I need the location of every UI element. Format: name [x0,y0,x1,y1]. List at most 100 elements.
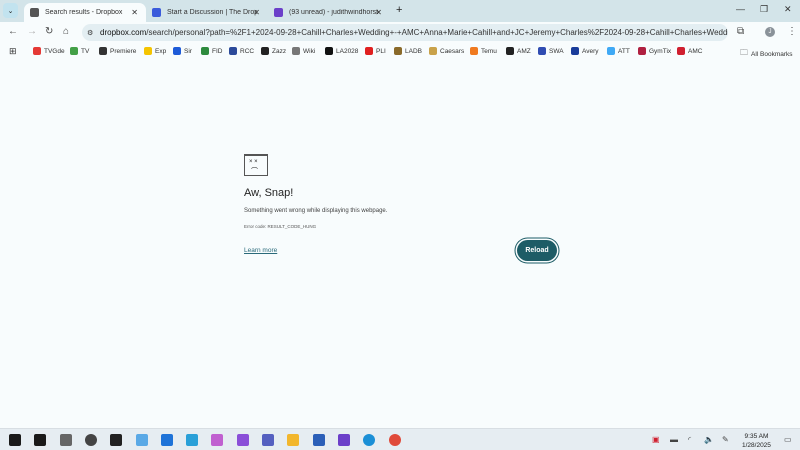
start-icon[interactable] [9,434,21,446]
wifi-icon[interactable]: ◜ [688,435,691,444]
address-bar[interactable]: ⚙ dropbox.com/search/personal?path=%2F1+… [82,24,728,41]
volume-icon[interactable]: 🔈 [704,435,714,444]
taskbar: ▣ ▬ ◜ 🔈 ✎ 9:35 AM 1/28/2025 ▭ [0,428,800,450]
bookmark-favicon-icon [144,47,152,55]
new-tab-button[interactable]: + [396,4,402,16]
close-tab-icon[interactable]: ✕ [253,8,260,17]
bookmark-favicon-icon [292,47,300,55]
clock[interactable]: 9:35 AM 1/28/2025 [742,432,771,450]
app-store-icon[interactable] [186,434,199,446]
photos-icon[interactable] [135,434,148,446]
bookmark-favicon-icon [33,47,41,55]
mail-icon[interactable] [337,434,350,446]
chrome-icon[interactable] [388,434,401,446]
mail-favicon-icon [274,8,283,17]
bookmark-favicon-icon [470,47,478,55]
bookmark-favicon-icon [571,47,579,55]
extensions-icon[interactable]: ⧉ [737,26,744,37]
bookmark-caesars[interactable]: Caesars [429,47,464,55]
chevron-down-icon: ⌄ [7,7,14,15]
close-tab-icon[interactable]: ✕ [375,8,382,17]
tab-strip: ⌄ Search results - Dropbox ✕ Start a Disc… [0,0,800,22]
bookmark-swa[interactable]: SWA [538,47,564,55]
bookmark-ladb[interactable]: LADB [394,47,422,55]
bookmark-favicon-icon [70,47,78,55]
bookmark-favicon-icon [201,47,209,55]
sad-tab-icon: × × ⌒ [244,154,268,176]
all-bookmarks-button[interactable]: 🗀 All Bookmarks [740,47,793,61]
file-explorer-icon[interactable] [287,434,300,446]
bookmark-pli[interactable]: PLI [365,47,386,55]
home-button[interactable]: ⌂ [63,26,69,37]
reload-toolbar-button[interactable]: ↻ [45,26,53,37]
edge-tool-icon[interactable] [160,434,173,446]
bookmark-la2028[interactable]: LA2028 [325,47,358,55]
mcafee-icon[interactable]: ▣ [652,435,660,444]
search-icon[interactable] [34,434,47,446]
media-icon[interactable] [262,434,274,446]
page-content [0,62,800,428]
profile-avatar[interactable]: J [765,27,775,37]
bookmark-premiere[interactable]: Premiere [99,47,136,55]
error-message: Something went wrong while displaying th… [244,208,388,214]
bookmark-favicon-icon [506,47,514,55]
close-tab-icon[interactable]: ✕ [131,8,138,17]
tab-start-discussion[interactable]: Start a Discussion | The Dropbox✕ [146,3,268,22]
reload-button[interactable]: Reload [517,240,557,261]
bookmark-favicon-icon [365,47,373,55]
pen-icon[interactable]: ✎ [722,435,729,444]
tab-search-button[interactable]: ⌄ [3,3,18,18]
bookmark-favicon-icon [538,47,546,55]
copilot-icon[interactable] [211,434,224,446]
bookmark-favicon-icon [394,47,402,55]
bookmark-favicon-icon [429,47,437,55]
bookmark-att[interactable]: ATT [607,47,630,55]
back-button[interactable]: ← [8,26,18,37]
bookmark-favicon-icon [261,47,269,55]
dropbox-forum-favicon-icon [152,8,161,17]
menu-icon[interactable]: ⋮ [787,26,797,37]
tab-mail[interactable]: (93 unread) - judithwindhorst@ ✕ [268,3,390,22]
apps-grid-icon[interactable]: ⊞ [9,46,17,57]
minimize-button[interactable]: — [736,4,745,14]
bookmark-tvgde[interactable]: TVGde [33,47,65,55]
dropbox-favicon-icon [30,8,39,17]
bookmark-sir[interactable]: Sir [173,47,192,55]
tab-dropbox-search[interactable]: Search results - Dropbox ✕ [24,3,146,22]
bookmark-avery[interactable]: Avery [571,47,599,55]
learn-more-link[interactable]: Learn more [244,247,277,254]
bookmark-favicon-icon [229,47,237,55]
dell-icon[interactable] [84,434,97,446]
word-icon[interactable] [312,434,325,446]
error-code: Error code: RESULT_CODE_HUNG [244,224,317,229]
bookmark-favicon-icon [638,47,646,55]
bookmark-zazz[interactable]: Zazz [261,47,286,55]
bookmark-favicon-icon [607,47,615,55]
edge-icon[interactable] [363,434,376,446]
error-title: Aw, Snap! [244,187,294,199]
bookmark-amc[interactable]: AMC [677,47,702,55]
bookmark-wiki[interactable]: Wiki [292,47,315,55]
bookmark-favicon-icon [325,47,333,55]
bookmark-rcc[interactable]: RCC [229,47,254,55]
close-window-button[interactable]: ✕ [784,4,792,15]
bookmark-temu[interactable]: Temu [470,47,497,55]
bookmark-favicon-icon [173,47,181,55]
site-settings-icon[interactable]: ⚙ [87,29,93,37]
notifications-icon[interactable]: ▭ [784,435,792,444]
folder-icon: 🗀 [740,48,748,57]
bookmark-gymtix[interactable]: GymTix [638,47,671,55]
bookmark-tv[interactable]: TV [70,47,89,55]
battery-icon[interactable]: ▬ [670,435,678,444]
bookmark-favicon-icon [677,47,685,55]
security-icon[interactable] [110,434,123,446]
bookmark-favicon-icon [99,47,107,55]
bookmark-amz[interactable]: AMZ [506,47,531,55]
restore-button[interactable]: ❐ [760,4,768,15]
bookmark-fid[interactable]: FID [201,47,222,55]
forward-button[interactable]: → [27,26,37,37]
task-view-icon[interactable] [59,434,72,446]
bookmarks-bar: ⊞ TVGde TV Premiere Exp Sir FID RCC Zazz Wiki LA2… [0,42,800,62]
clipchamp-icon[interactable] [236,434,249,446]
bookmark-exp[interactable]: Exp [144,47,166,55]
